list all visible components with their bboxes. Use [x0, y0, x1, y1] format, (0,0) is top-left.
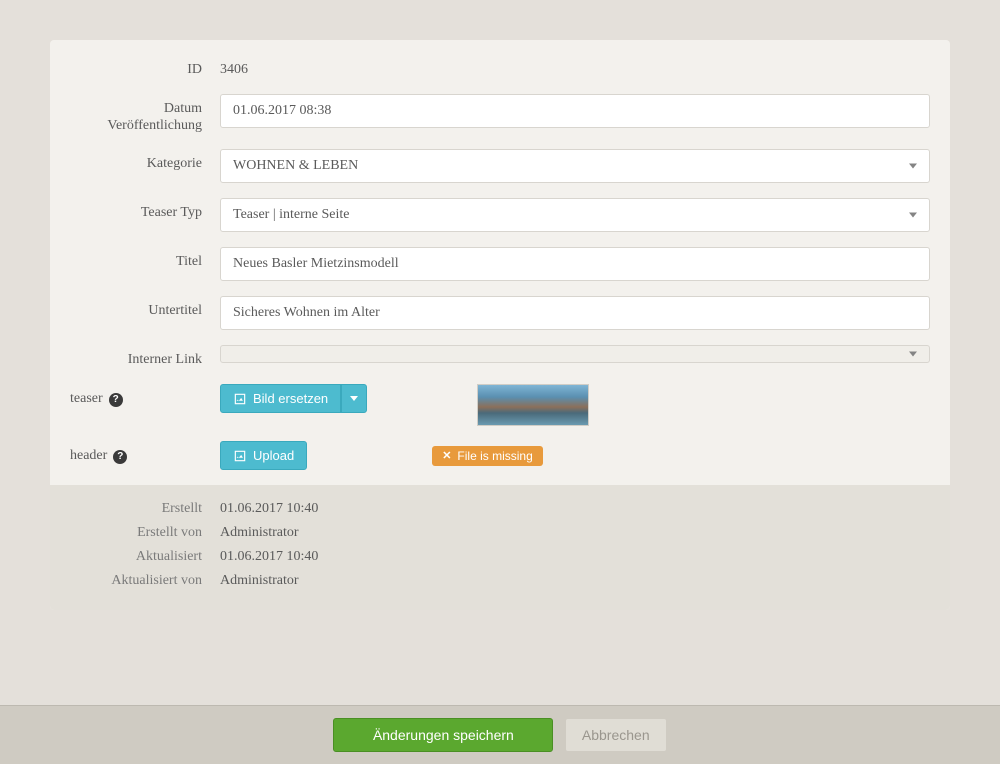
- upload-icon: [233, 449, 247, 463]
- meta-updated-value: 01.06.2017 10:40: [220, 545, 318, 569]
- value-id: 3406: [220, 55, 930, 78]
- row-category: Kategorie WOHNEN & LEBEN: [70, 149, 930, 183]
- meta-updated-label: Aktualisiert: [70, 545, 220, 569]
- select-teaser-type[interactable]: Teaser | interne Seite: [220, 198, 930, 232]
- close-icon: ✕: [442, 449, 451, 462]
- input-subtitle[interactable]: [220, 296, 930, 330]
- save-button[interactable]: Änderungen speichern: [333, 718, 553, 752]
- row-publish-date: Datum Veröffentlichung: [70, 94, 930, 135]
- meta-created: Erstellt 01.06.2017 10:40: [70, 497, 930, 521]
- select-internal-link[interactable]: [220, 345, 930, 363]
- image-icon: [233, 392, 247, 406]
- label-internal-link: Interner Link: [70, 345, 220, 369]
- chevron-down-icon: [909, 164, 917, 169]
- label-title: Titel: [70, 247, 220, 271]
- upload-button[interactable]: Upload: [220, 441, 307, 470]
- meta-created-value: 01.06.2017 10:40: [220, 497, 318, 521]
- row-title: Titel: [70, 247, 930, 281]
- meta-footer: Erstellt 01.06.2017 10:40 Erstellt von A…: [50, 485, 950, 610]
- row-teaser-type: Teaser Typ Teaser | interne Seite: [70, 198, 930, 232]
- file-missing-badge: ✕ File is missing: [432, 446, 543, 466]
- replace-image-button-group: Bild ersetzen: [220, 384, 367, 413]
- meta-created-by: Erstellt von Administrator: [70, 521, 930, 545]
- row-teaser-image: teaser ? Bild ersetzen: [70, 384, 930, 426]
- label-teaser-type: Teaser Typ: [70, 198, 220, 222]
- row-internal-link: Interner Link: [70, 345, 930, 369]
- label-category: Kategorie: [70, 149, 220, 173]
- replace-image-button[interactable]: Bild ersetzen: [220, 384, 341, 413]
- meta-updated-by: Aktualisiert von Administrator: [70, 569, 930, 593]
- meta-updated-by-value: Administrator: [220, 569, 299, 593]
- label-header: header: [70, 448, 107, 465]
- input-publish-date[interactable]: [220, 94, 930, 128]
- cancel-button[interactable]: Abbrechen: [565, 718, 667, 752]
- chevron-down-icon: [909, 352, 917, 357]
- chevron-down-icon: [350, 396, 358, 401]
- select-category[interactable]: WOHNEN & LEBEN: [220, 149, 930, 183]
- row-header-image: header ? Upload ✕ File is missing: [70, 441, 930, 470]
- label-teaser: teaser: [70, 391, 103, 408]
- input-title[interactable]: [220, 247, 930, 281]
- replace-image-dropdown[interactable]: [341, 384, 367, 413]
- label-id: ID: [70, 55, 220, 79]
- meta-created-by-value: Administrator: [220, 521, 299, 545]
- row-subtitle: Untertitel: [70, 296, 930, 330]
- help-icon[interactable]: ?: [113, 450, 127, 464]
- meta-created-label: Erstellt: [70, 497, 220, 521]
- meta-updated-by-label: Aktualisiert von: [70, 569, 220, 593]
- meta-created-by-label: Erstellt von: [70, 521, 220, 545]
- label-subtitle: Untertitel: [70, 296, 220, 320]
- row-id: ID 3406: [70, 55, 930, 79]
- chevron-down-icon: [909, 213, 917, 218]
- teaser-thumbnail[interactable]: [477, 384, 589, 426]
- select-teaser-type-value: Teaser | interne Seite: [233, 207, 350, 222]
- help-icon[interactable]: ?: [109, 393, 123, 407]
- upload-label: Upload: [253, 448, 294, 463]
- select-category-value: WOHNEN & LEBEN: [233, 158, 358, 173]
- form-panel: ID 3406 Datum Veröffentlichung Kategorie…: [50, 40, 950, 610]
- replace-image-label: Bild ersetzen: [253, 391, 328, 406]
- meta-updated: Aktualisiert 01.06.2017 10:40: [70, 545, 930, 569]
- action-bar: Änderungen speichern Abbrechen: [0, 705, 1000, 764]
- file-missing-text: File is missing: [457, 449, 532, 463]
- label-publish-date: Datum Veröffentlichung: [70, 94, 220, 135]
